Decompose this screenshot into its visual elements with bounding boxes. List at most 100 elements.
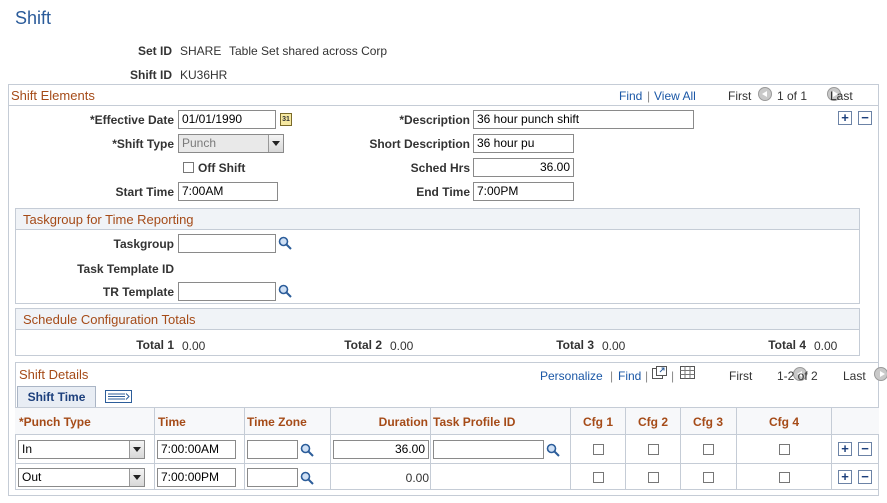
nav-separator: | <box>610 369 614 383</box>
time-zone-input[interactable] <box>247 468 298 487</box>
total-1-value: 0.00 <box>182 339 206 353</box>
description-input[interactable]: 36 hour punch shift <box>473 110 694 129</box>
time-zone-input[interactable] <box>247 440 298 459</box>
grid-first-label: First <box>729 369 753 383</box>
nav-separator: | <box>671 369 675 383</box>
set-id-label: Set ID <box>137 44 172 58</box>
off-shift-label: Off Shift <box>198 161 246 175</box>
view-all-link[interactable]: View All <box>654 89 696 103</box>
tr-template-label: TR Template <box>102 285 174 299</box>
col-separator <box>570 408 571 490</box>
sched-hrs-label: Sched Hrs <box>410 161 470 175</box>
last-label: Last <box>830 89 853 103</box>
find-link[interactable]: Find <box>619 89 642 103</box>
grid-row-counter: 1-2 of 2 <box>777 369 818 383</box>
col-separator <box>244 408 245 490</box>
shift-details-title: Shift Details <box>19 367 89 382</box>
off-shift-checkbox[interactable] <box>183 162 194 173</box>
set-id-value: SHARE <box>180 44 222 58</box>
col-separator <box>430 408 431 490</box>
time-input[interactable]: 7:00:00PM <box>157 468 236 487</box>
task-profile-input[interactable] <box>433 440 544 459</box>
col-time: Time <box>158 415 186 429</box>
lookup-magnifier-icon[interactable] <box>278 236 292 250</box>
lookup-magnifier-icon[interactable] <box>300 443 314 457</box>
end-time-label: End Time <box>416 185 470 199</box>
grid-view-icon[interactable] <box>680 366 695 379</box>
col-cfg-1: Cfg 1 <box>583 415 613 429</box>
sched-hrs-input[interactable]: 36.00 <box>473 158 574 177</box>
delete-row-icon[interactable]: − <box>858 470 872 484</box>
shift-id-value: KU36HR <box>180 68 228 82</box>
total-2-value: 0.00 <box>390 339 414 353</box>
first-label: First <box>728 89 752 103</box>
chevron-down-icon <box>268 135 283 152</box>
previous-icon[interactable] <box>758 86 772 101</box>
cfg-4-checkbox[interactable] <box>779 444 790 455</box>
add-row-icon[interactable]: + <box>838 470 852 484</box>
tr-template-input[interactable] <box>178 282 276 301</box>
grid-find-link[interactable]: Find <box>618 369 641 383</box>
chevron-down-icon <box>129 469 144 486</box>
nav-separator: | <box>645 369 649 383</box>
total-4-value: 0.00 <box>814 339 838 353</box>
start-time-label: Start Time <box>115 185 174 199</box>
task-template-label: Task Template ID <box>77 262 174 276</box>
tab-shift-time[interactable]: Shift Time <box>17 386 96 407</box>
col-cfg-3: Cfg 3 <box>693 415 723 429</box>
punch-type-value: In <box>22 442 33 456</box>
delete-row-icon[interactable]: − <box>858 442 872 456</box>
cfg-2-checkbox[interactable] <box>648 472 659 483</box>
punch-type-select[interactable]: In <box>18 440 145 459</box>
row-divider <box>15 463 879 464</box>
personalize-link[interactable]: Personalize <box>540 369 603 383</box>
total-3-label: Total 3 <box>556 338 594 352</box>
taskgroup-input[interactable] <box>178 234 276 253</box>
add-row-icon[interactable]: + <box>838 442 852 456</box>
lookup-magnifier-icon[interactable] <box>278 284 292 298</box>
cfg-2-checkbox[interactable] <box>648 444 659 455</box>
shift-type-select: Punch <box>178 134 284 153</box>
delete-row-icon[interactable]: − <box>858 111 872 125</box>
col-separator <box>736 408 737 490</box>
total-3-value: 0.00 <box>602 339 626 353</box>
shift-elements-title: Shift Elements <box>11 88 95 103</box>
time-input[interactable]: 7:00:00AM <box>157 440 236 459</box>
col-cfg-4: Cfg 4 <box>769 415 799 429</box>
total-1-label: Total 1 <box>136 338 174 352</box>
cfg-1-checkbox[interactable] <box>593 472 604 483</box>
total-2-label: Total 2 <box>344 338 382 352</box>
total-4-label: Total 4 <box>768 338 806 352</box>
set-id-description: Table Set shared across Corp <box>229 44 388 58</box>
col-punch-type: *Punch Type <box>19 415 91 429</box>
start-time-input[interactable]: 7:00AM <box>178 182 278 201</box>
calendar-icon[interactable]: 31 <box>280 113 292 126</box>
show-all-columns-icon[interactable] <box>105 390 132 403</box>
end-time-input[interactable]: 7:00PM <box>473 182 574 201</box>
taskgroup-label: Taskgroup <box>113 237 174 251</box>
nav-separator: | <box>647 89 651 103</box>
cfg-3-checkbox[interactable] <box>703 472 714 483</box>
description-label: *Description <box>399 113 470 127</box>
cfg-3-checkbox[interactable] <box>703 444 714 455</box>
lookup-magnifier-icon[interactable] <box>546 443 560 457</box>
short-description-input[interactable]: 36 hour pu <box>473 134 574 153</box>
cfg-1-checkbox[interactable] <box>593 444 604 455</box>
short-description-label: Short Description <box>369 137 470 151</box>
grid-last-label: Last <box>843 369 866 383</box>
taskgroup-title: Taskgroup for Time Reporting <box>23 212 194 227</box>
row-counter: 1 of 1 <box>777 89 808 103</box>
effective-date-input[interactable]: 01/01/1990 <box>178 110 276 129</box>
punch-type-select[interactable]: Out <box>18 468 145 487</box>
lookup-magnifier-icon[interactable] <box>300 471 314 485</box>
duration-input[interactable]: 36.00 <box>333 440 429 459</box>
add-row-icon[interactable]: + <box>838 111 852 125</box>
shift-id-label: Shift ID <box>130 68 172 82</box>
punch-type-value: Out <box>22 470 42 484</box>
col-separator <box>680 408 681 490</box>
next-icon[interactable] <box>874 366 887 381</box>
col-time-zone: Time Zone <box>247 415 307 429</box>
cfg-4-checkbox[interactable] <box>779 472 790 483</box>
col-separator <box>831 408 832 490</box>
new-window-icon[interactable] <box>652 366 667 380</box>
